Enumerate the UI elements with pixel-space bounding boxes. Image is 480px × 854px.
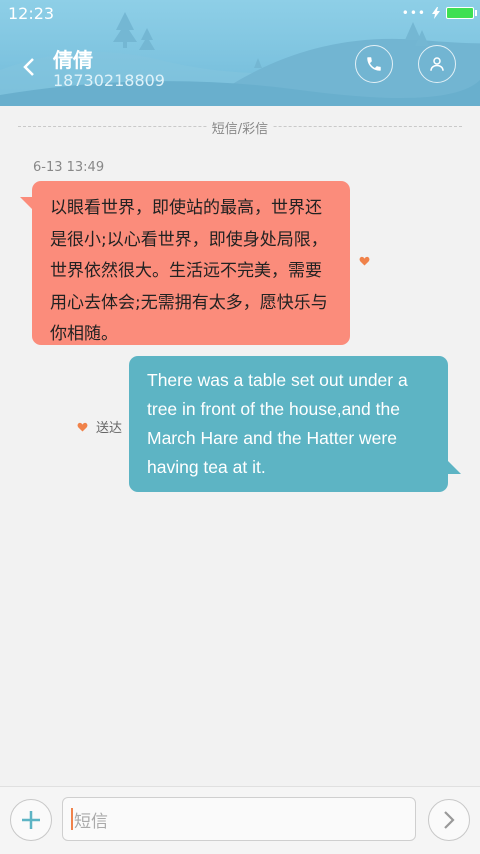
- message-line: 世界依然很大。生活远不完美，需要: [50, 261, 322, 281]
- text-caret: [71, 808, 73, 830]
- delivery-status-label: 送达: [96, 421, 123, 436]
- message-line: tree in front of the house,and the: [147, 399, 400, 419]
- bubble-tail: [20, 197, 34, 211]
- divider-label: 短信/彩信: [207, 122, 273, 137]
- contact-number: 18730218809: [53, 71, 165, 90]
- message-line: 以眼看世界，即使站的最高，世界还: [50, 198, 322, 218]
- conversation-header: 12:23 ••• 倩倩 18730218809: [0, 0, 480, 106]
- status-time: 12:23: [8, 4, 55, 23]
- send-button[interactable]: [428, 799, 470, 841]
- status-bar: 12:23 •••: [0, 0, 480, 28]
- message-line: 你相随。: [50, 324, 118, 344]
- heart-icon: [359, 256, 370, 266]
- contact-name: 倩倩: [53, 48, 93, 72]
- chevron-right-icon: [444, 811, 455, 829]
- incoming-message-bubble[interactable]: 以眼看世界，即使站的最高，世界还 是很小;以心看世界，即使身处局限， 世界依然很…: [20, 181, 350, 345]
- divider-label-wrap: 短信/彩信: [18, 118, 462, 137]
- plus-icon: [22, 811, 40, 829]
- back-button[interactable]: [18, 55, 42, 79]
- message-line: 用心去体会;无需拥有太多，愿快乐与: [50, 292, 328, 313]
- outgoing-message-bubble[interactable]: There was a table set out under a tree i…: [129, 356, 461, 492]
- bubble-tail: [447, 460, 461, 474]
- message-line: March Hare and the Hatter were: [147, 428, 397, 448]
- message-type-divider: 短信/彩信: [18, 118, 462, 137]
- message-line: having tea at it.: [147, 457, 266, 477]
- message-line: 是很小;以心看世界，即使身处局限，: [50, 229, 328, 250]
- delivery-status: 送达: [77, 417, 122, 436]
- person-icon: [430, 57, 444, 71]
- message-input-placeholder: 短信: [74, 811, 108, 832]
- message-line: There was a table set out under a: [147, 370, 408, 390]
- message-timestamp: 6-13 13:49: [33, 160, 105, 175]
- add-attachment-button[interactable]: [10, 799, 52, 841]
- battery-icon: [446, 7, 477, 19]
- chevron-left-icon: [23, 58, 34, 76]
- heart-icon: [77, 422, 88, 432]
- status-icons: •••: [401, 6, 477, 20]
- composer-bar: 短信: [0, 786, 480, 854]
- signal-icon: •••: [401, 6, 426, 20]
- message-input[interactable]: 短信: [62, 797, 416, 841]
- phone-icon: [367, 57, 381, 71]
- charging-icon: [432, 7, 440, 19]
- call-button[interactable]: [355, 45, 393, 83]
- profile-button[interactable]: [418, 45, 456, 83]
